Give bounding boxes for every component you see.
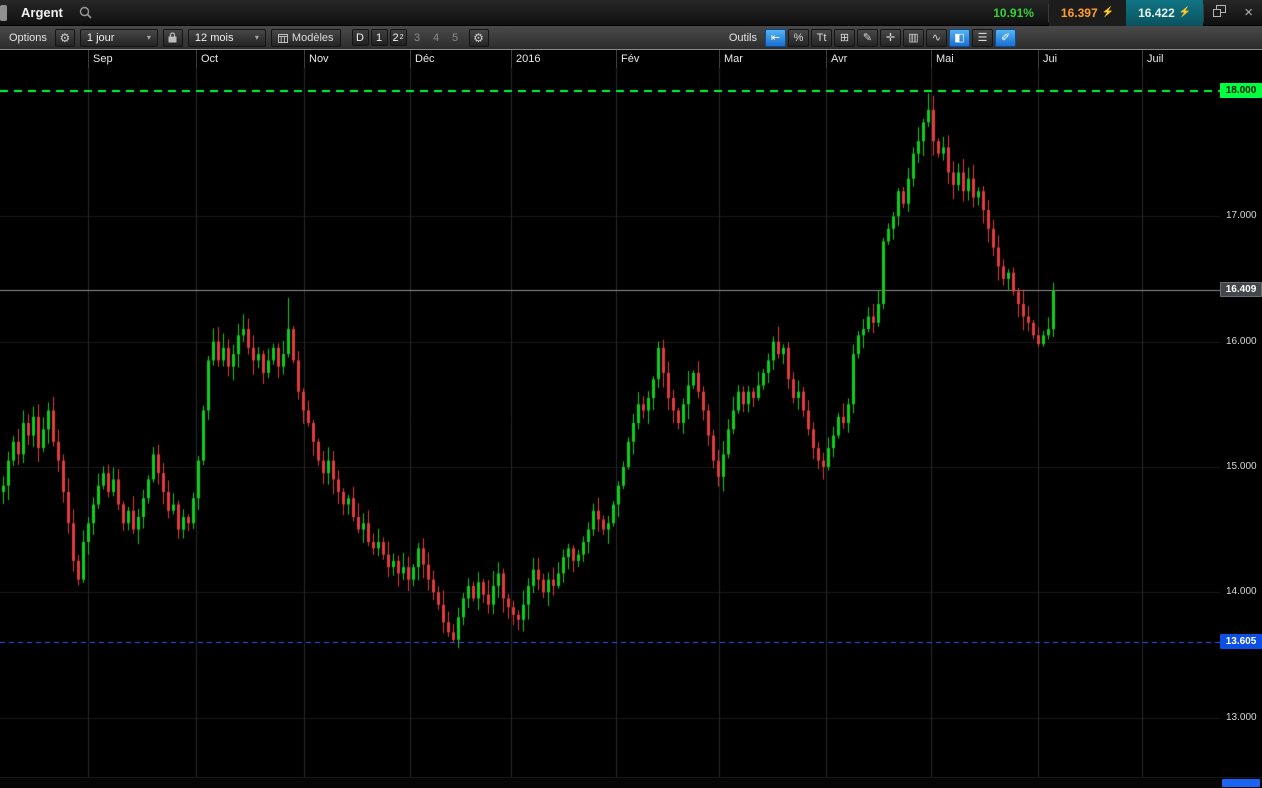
compare-tool[interactable]: ◧ bbox=[949, 28, 970, 47]
chart-count-button-d[interactable]: D bbox=[351, 29, 369, 46]
chart-count-buttons: D122345 bbox=[351, 29, 464, 46]
time-axis-label: Jui bbox=[1043, 53, 1058, 65]
scroll-bar-track[interactable] bbox=[0, 777, 1262, 788]
chart-count-button-3[interactable]: 3 bbox=[409, 29, 426, 46]
chart-count-button-4[interactable]: 4 bbox=[428, 29, 445, 46]
time-axis-tick bbox=[196, 50, 197, 68]
time-axis-tick bbox=[1038, 50, 1039, 68]
time-axis-label: Déc bbox=[415, 53, 435, 65]
price-axis-label: 15.000 bbox=[1226, 460, 1257, 472]
period-value: 1 jour bbox=[86, 31, 115, 44]
lock-button[interactable] bbox=[162, 28, 183, 47]
chevron-down-icon: ▾ bbox=[254, 33, 259, 42]
tools-group: ⇤% Tt ⊞ ✎ ✛ ▥ ∿ ◧ ☰ ✐ bbox=[765, 28, 1016, 47]
indicator-tool[interactable]: ∿ bbox=[926, 28, 947, 47]
bar-chart-tool[interactable]: ▥ bbox=[903, 28, 924, 47]
sell-price-button[interactable]: 16.397 ⚡ bbox=[1048, 0, 1127, 26]
chart-count-button-5[interactable]: 5 bbox=[447, 29, 464, 46]
time-axis-label: Sep bbox=[93, 53, 113, 65]
chart-settings-gear-button[interactable]: ⚙ bbox=[468, 28, 489, 47]
options-gear-button[interactable]: ⚙ bbox=[54, 28, 75, 47]
chart-count-button-2[interactable]: 22 bbox=[389, 29, 407, 46]
gear-icon: ⚙ bbox=[473, 30, 484, 45]
layers-tool[interactable]: ☰ bbox=[972, 28, 993, 47]
price-axis[interactable]: 17.000 16.000 15.000 14.000 13.000 18.000 13.6… bbox=[1220, 50, 1262, 777]
window-titlebar: Argent 10.91% 16.397 ⚡ 16.422 ⚡ × bbox=[0, 0, 1262, 26]
time-axis-tick bbox=[410, 50, 411, 68]
time-axis-label: Fév bbox=[621, 53, 640, 65]
tick-flash-icon: ⚡ bbox=[1101, 7, 1115, 18]
time-axis-label: Mai bbox=[936, 53, 954, 65]
range-value: 12 mois bbox=[194, 31, 234, 44]
period-dropdown[interactable]: 1 jour ▾ bbox=[79, 28, 158, 47]
time-axis-tick bbox=[931, 50, 932, 68]
time-axis-label: 2016 bbox=[516, 53, 541, 65]
snap-back-tool[interactable]: ⇤ bbox=[765, 28, 786, 47]
time-axis-tick bbox=[719, 50, 720, 68]
time-axis-label: Avr bbox=[831, 53, 848, 65]
chart-toolbar: Options ⚙ 1 jour ▾ 12 mois ▾ Modèles D12… bbox=[0, 26, 1262, 50]
price-axis-label: 16.000 bbox=[1226, 335, 1257, 347]
buy-price-button[interactable]: 16.422 ⚡ bbox=[1126, 0, 1204, 26]
price-axis-label: 13.000 bbox=[1226, 711, 1257, 723]
crosshair-tool[interactable]: ✛ bbox=[880, 28, 901, 47]
search-icon[interactable] bbox=[73, 6, 98, 19]
time-axis-label: Juil bbox=[1147, 53, 1164, 65]
price-axis-label: 17.000 bbox=[1226, 210, 1257, 222]
time-axis-tick bbox=[88, 50, 89, 68]
candlestick-chart[interactable] bbox=[0, 68, 1220, 777]
templates-button[interactable]: Modèles bbox=[270, 28, 341, 47]
range-dropdown[interactable]: 12 mois ▾ bbox=[187, 28, 266, 47]
time-axis-tick bbox=[616, 50, 617, 68]
scroll-thumb[interactable] bbox=[1222, 779, 1260, 787]
gear-icon: ⚙ bbox=[59, 30, 71, 45]
chart-count-button-1[interactable]: 1 bbox=[370, 29, 388, 46]
chevron-down-icon: ▾ bbox=[146, 33, 151, 42]
text-tool[interactable]: Tt bbox=[811, 28, 832, 47]
price-axis-label: 14.000 bbox=[1226, 586, 1257, 598]
options-label: Options bbox=[9, 31, 47, 44]
app-icon bbox=[0, 4, 7, 21]
change-percent: 10.91% bbox=[993, 5, 1034, 20]
time-axis-tick bbox=[1142, 50, 1143, 68]
time-axis-tick bbox=[826, 50, 827, 68]
instrument-title: Argent bbox=[21, 5, 63, 20]
last-price-label[interactable]: 16.409 bbox=[1220, 282, 1262, 298]
time-axis-tick bbox=[511, 50, 512, 68]
expand-window-icon[interactable] bbox=[1204, 0, 1235, 26]
support-price-label[interactable]: 13.605 bbox=[1220, 633, 1262, 649]
close-icon[interactable]: × bbox=[1235, 0, 1262, 26]
trading-app-window: Argent 10.91% 16.397 ⚡ 16.422 ⚡ × Option… bbox=[0, 0, 1262, 788]
time-axis-label: Nov bbox=[309, 53, 329, 65]
annotate-tool[interactable]: ✐ bbox=[995, 28, 1016, 47]
sell-price-value: 16.397 bbox=[1060, 5, 1098, 20]
resistance-price-label[interactable]: 18.000 bbox=[1220, 83, 1262, 98]
buy-price-value: 16.422 bbox=[1138, 5, 1175, 20]
tools-label: Outils bbox=[728, 31, 757, 44]
calendar-icon bbox=[277, 33, 288, 43]
time-axis[interactable]: Sep Oct Nov Déc 2016 Fév Mar Avr Mai Jui Juil bbox=[0, 50, 1262, 68]
tick-flash-icon: ⚡ bbox=[1178, 7, 1192, 18]
time-axis-tick bbox=[304, 50, 305, 68]
draw-tool[interactable]: ✎ bbox=[857, 28, 878, 47]
lock-icon bbox=[168, 32, 177, 43]
time-axis-label: Oct bbox=[201, 53, 219, 65]
percent-tool[interactable]: % bbox=[788, 28, 809, 47]
grid-tool[interactable]: ⊞ bbox=[834, 28, 855, 47]
templates-label: Modèles bbox=[291, 31, 334, 44]
time-axis-label: Mar bbox=[724, 53, 743, 65]
